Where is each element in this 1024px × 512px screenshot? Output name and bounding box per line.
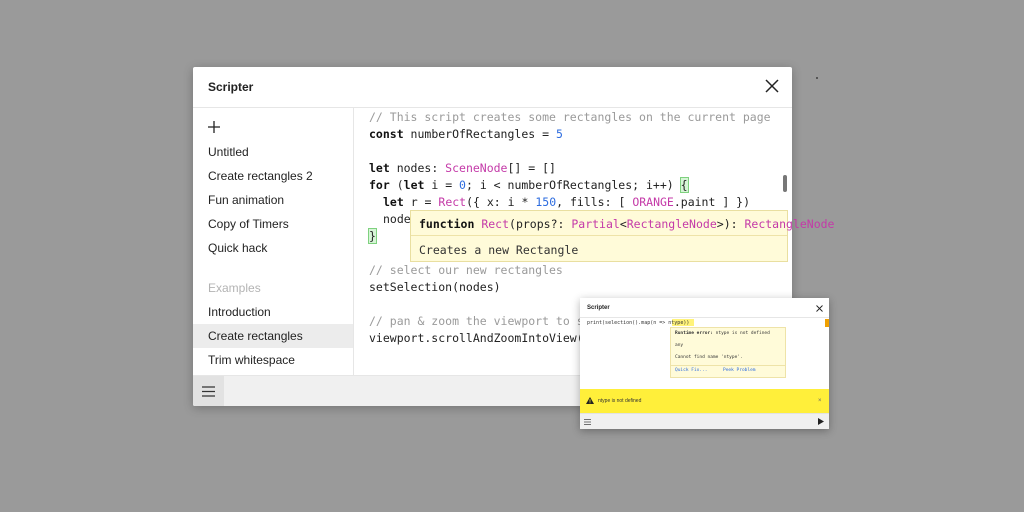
tooltip-return-type: RectangleNode — [744, 217, 835, 231]
error-hover-popup: Runtime error: ntype is not defined any … — [670, 327, 786, 378]
scripter-window-error-preview: Scripter print(selection().map(n => ntyp… — [580, 298, 829, 429]
error-message: ntype is not defined — [712, 331, 770, 336]
code-text: [] = [] — [507, 161, 556, 175]
code-type: Rect — [438, 195, 467, 209]
code-text: setSelection(nodes) — [369, 280, 501, 294]
code-keyword: let — [369, 161, 390, 175]
tooltip-text: >): — [716, 217, 745, 231]
code-keyword: for — [369, 178, 390, 192]
code-keyword: let — [383, 195, 404, 209]
error-detail: Cannot find name 'ntype'. — [675, 355, 743, 360]
quick-fix-link[interactable]: Quick Fix... — [675, 368, 708, 373]
code-text: ({ x: i * — [466, 195, 536, 209]
code-number: 5 — [555, 127, 563, 141]
play-icon[interactable] — [818, 418, 824, 425]
code-number: 150 — [535, 195, 557, 209]
error-banner: ntype is not defined × — [580, 389, 829, 413]
menu-icon[interactable] — [584, 419, 591, 425]
menu-icon — [202, 386, 215, 397]
scrollbar-error-marker — [825, 319, 829, 327]
code-type: ORANGE — [632, 195, 674, 209]
close-icon[interactable] — [764, 78, 780, 94]
sidebar-item-introduction[interactable]: Introduction — [193, 300, 353, 324]
code-keyword: const — [369, 127, 404, 141]
sidebar-item-quick-hack[interactable]: Quick hack — [193, 236, 353, 260]
matched-brace: } — [368, 228, 377, 244]
code-comment: // This script creates some rectangles o… — [369, 110, 771, 124]
code-text: ; i < numberOfRectangles; i++) — [465, 178, 681, 192]
banner-close-button[interactable]: × — [818, 398, 822, 404]
code-text: ( — [389, 178, 404, 192]
sidebar-item-create-rectangles[interactable]: Create rectangles — [193, 324, 353, 348]
sidebar-item-fun-animation[interactable]: Fun animation — [193, 188, 353, 212]
code-text: nodes: — [389, 161, 446, 175]
scrollbar-thumb[interactable] — [783, 175, 787, 192]
code-line[interactable]: print(selection().map(n => ntype)) — [587, 320, 689, 326]
code-text: .paint ] }) — [673, 195, 751, 209]
code-text: r = — [403, 195, 439, 209]
titlebar-divider — [580, 317, 829, 318]
tooltip-keyword: function — [419, 217, 475, 231]
tooltip-type: Partial — [571, 217, 620, 231]
peek-problem-link[interactable]: Peek Problem — [723, 368, 756, 373]
error-banner-text: ntype is not defined — [598, 398, 642, 404]
tooltip-text: < — [619, 217, 627, 231]
menu-button[interactable] — [193, 376, 224, 406]
add-icon[interactable] — [207, 120, 221, 134]
titlebar: Scripter — [193, 67, 792, 108]
code-text: viewport.scrollAndZoomIntoView(nod — [369, 331, 605, 345]
code-number: 0 — [459, 178, 466, 192]
code-type: SceneNode — [445, 161, 508, 175]
signature-tooltip: function Rect(props?: Partial<RectangleN… — [410, 210, 834, 262]
bottom-toolbar — [580, 413, 829, 429]
code-keyword: let — [403, 178, 425, 192]
tooltip-type: RectangleNode — [626, 217, 717, 231]
code-text: , fills: [ — [556, 195, 633, 209]
tooltip-signature: function Rect(props?: Partial<RectangleN… — [419, 217, 834, 231]
tooltip-text: (props?: — [509, 217, 572, 231]
code-text: node — [383, 212, 411, 226]
warning-icon — [586, 397, 594, 404]
sidebar-section-examples: Examples — [208, 281, 261, 295]
tooltip-description: Creates a new Rectangle — [419, 243, 579, 257]
sidebar-item-create-rectangles-2[interactable]: Create rectangles 2 — [193, 164, 353, 188]
popup-divider — [671, 365, 785, 366]
sidebar-item-trim-whitespace[interactable]: Trim whitespace — [193, 348, 353, 372]
window-title: Scripter — [208, 80, 254, 94]
sidebar: Untitled Create rectangles 2 Fun animati… — [193, 108, 354, 375]
sidebar-item-copy-of-timers[interactable]: Copy of Timers — [193, 212, 353, 236]
tooltip-function-name: Rect — [481, 217, 510, 231]
error-type: any — [675, 343, 684, 348]
matched-brace: { — [679, 177, 689, 193]
tooltip-divider — [411, 235, 787, 236]
code-comment: // pan & zoom the viewport to sho — [369, 314, 598, 328]
code-comment: // select our new rectangles — [369, 263, 563, 277]
code-text: i = — [424, 178, 460, 192]
close-icon[interactable] — [816, 305, 823, 312]
error-label: Runtime error: — [675, 331, 713, 336]
code-text: numberOfRectangles = — [403, 127, 556, 141]
sidebar-item-untitled[interactable]: Untitled — [193, 140, 353, 164]
window-title: Scripter — [587, 305, 610, 311]
background-dot — [816, 77, 818, 79]
